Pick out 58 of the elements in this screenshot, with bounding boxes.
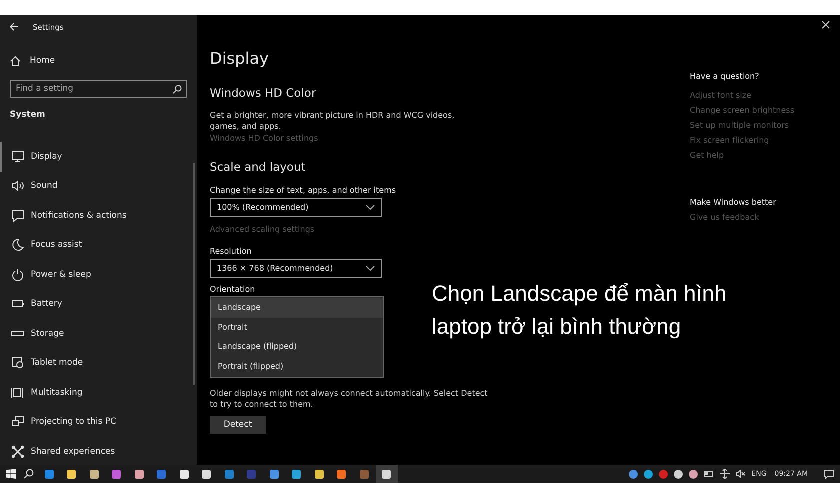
sidebar-item[interactable]: Notifications & actions: [0, 201, 197, 230]
description-text: Get a brighter, more vibrant picture in HDR and WCG videos, games, and apps.: [210, 110, 456, 132]
speaker-icon: [11, 179, 25, 194]
help-heading: Make Windows better: [690, 198, 776, 207]
monitor-icon: [11, 150, 25, 164]
search-field[interactable]: Find a setting: [10, 80, 187, 98]
sidebar-item[interactable]: Power & sleep: [0, 260, 197, 290]
sidebar-item[interactable]: Sound: [0, 172, 197, 201]
sidebar-item[interactable]: Battery: [0, 290, 197, 319]
share-icon: [11, 444, 25, 459]
dropdown-option[interactable]: Portrait (flipped): [211, 356, 383, 376]
field-label: Resolution: [210, 247, 252, 256]
dropdown-option[interactable]: Landscape (flipped): [211, 337, 383, 356]
moon-icon: [11, 238, 25, 252]
field-label: Orientation: [210, 285, 256, 294]
chevron-down-icon: [366, 205, 375, 210]
speech-bubble-icon: [11, 208, 25, 223]
section-heading: Windows HD Color: [210, 86, 316, 100]
caption-text: Chọn Landscape để màn hình laptop trở lại bình thường: [432, 280, 728, 341]
section-heading: Scale and layout: [210, 160, 306, 174]
sidebar-item[interactable]: Storage: [0, 319, 197, 348]
sidebar-item[interactable]: Focus assist: [0, 230, 197, 260]
search-icon: [173, 84, 182, 94]
close-icon[interactable]: [822, 21, 830, 29]
notification-icon[interactable]: [824, 470, 834, 478]
tray-icon[interactable]: [674, 470, 683, 478]
network-icon[interactable]: [720, 469, 730, 479]
tray-icon[interactable]: [628, 470, 638, 478]
home-icon: [10, 56, 21, 66]
multitask-icon: [11, 386, 25, 400]
detect-button[interactable]: Detect: [210, 416, 266, 434]
projector-icon: [11, 415, 25, 430]
taskbar-app[interactable]: [376, 465, 398, 483]
home-link[interactable]: Home: [0, 53, 197, 69]
resolution-dropdown[interactable]: 1366 × 768 (Recommended): [210, 259, 382, 278]
section-heading: System: [9, 110, 46, 122]
search-icon[interactable]: [24, 469, 34, 479]
tablet-icon: [11, 356, 25, 370]
page-title: Display: [210, 49, 269, 69]
back-arrow-icon[interactable]: [10, 23, 19, 31]
dropdown-option[interactable]: Landscape: [211, 298, 383, 318]
description-text: Older displays might not always connect automatically. Select Detect to try to connect to them.: [210, 388, 489, 410]
help-heading: Have a question?: [690, 72, 760, 81]
battery-icon[interactable]: [704, 471, 714, 477]
start-icon[interactable]: [6, 469, 16, 479]
sidebar-item[interactable]: Tablet mode: [0, 348, 197, 378]
scale-dropdown[interactable]: 100% (Recommended): [210, 198, 382, 217]
chevron-down-icon: [366, 266, 375, 271]
tray-icon[interactable]: [644, 470, 653, 478]
sidebar-item[interactable]: Shared experiences: [0, 437, 197, 466]
dropdown-option[interactable]: Portrait: [211, 318, 383, 337]
scrollbar[interactable]: [193, 163, 195, 385]
sidebar-item[interactable]: Multitasking: [0, 378, 197, 408]
muted-speaker-icon[interactable]: [736, 470, 746, 478]
tray-icon[interactable]: [688, 470, 698, 478]
field-label: Change the size of text, apps, and other items: [210, 186, 396, 195]
sidebar-item[interactable]: Projecting to this PC: [0, 408, 197, 437]
power-icon: [11, 268, 25, 282]
